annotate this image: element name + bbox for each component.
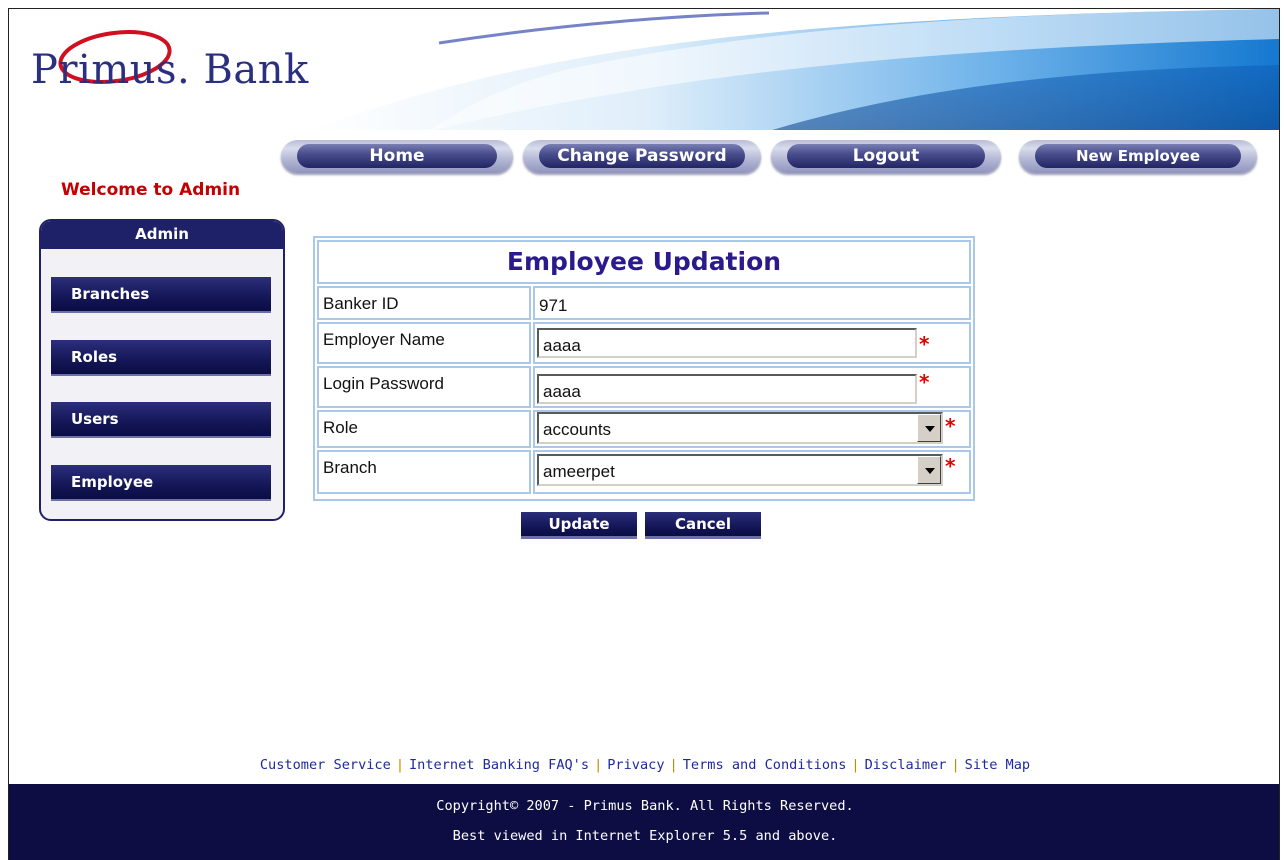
nav-logout-label: Logout bbox=[787, 144, 985, 168]
footer-link-terms[interactable]: Terms and Conditions bbox=[683, 757, 847, 773]
branch-selected-value: ameerpet bbox=[543, 462, 615, 481]
footer-links: Customer Service | Internet Banking FAQ's |… bbox=[9, 757, 1279, 773]
employer-name-required-mark: * bbox=[919, 332, 930, 356]
sidebar-item-users[interactable]: Users bbox=[51, 402, 271, 438]
footer-separator: | bbox=[594, 757, 603, 773]
branch-select[interactable]: ameerpet bbox=[537, 454, 943, 486]
cancel-button[interactable]: Cancel bbox=[645, 512, 761, 539]
role-select[interactable]: accounts bbox=[537, 412, 943, 444]
nav-logout-button[interactable]: Logout bbox=[771, 140, 1001, 173]
role-label: Role bbox=[317, 410, 531, 448]
footer-link-disclaimer[interactable]: Disclaimer bbox=[865, 757, 947, 773]
nav-new-employee-button[interactable]: New Employee bbox=[1019, 140, 1257, 173]
branch-required-mark: * bbox=[945, 454, 956, 478]
copyright-text: Copyright© 2007 - Primus Bank. All Right… bbox=[436, 798, 854, 814]
page-frame: Primus. Bank Home Change Password Logout… bbox=[8, 8, 1280, 860]
sidebar-item-branches[interactable]: Branches bbox=[51, 277, 271, 313]
sidebar-item-roles[interactable]: Roles bbox=[51, 340, 271, 376]
nav-change-password-button[interactable]: Change Password bbox=[523, 140, 761, 173]
nav-change-password-label: Change Password bbox=[539, 144, 745, 168]
login-password-required-mark: * bbox=[919, 370, 930, 394]
footer-link-faq[interactable]: Internet Banking FAQ's bbox=[409, 757, 589, 773]
login-password-label: Login Password bbox=[317, 366, 531, 408]
nav-home-label: Home bbox=[297, 144, 497, 168]
role-cell: accounts * bbox=[533, 410, 971, 448]
branch-label: Branch bbox=[317, 450, 531, 494]
bank-logo[interactable]: Primus. Bank bbox=[31, 47, 309, 93]
footer-link-customer-service[interactable]: Customer Service bbox=[260, 757, 391, 773]
admin-sidebar: Admin Branches Roles Users Employee bbox=[39, 219, 285, 521]
footer-link-privacy[interactable]: Privacy bbox=[607, 757, 664, 773]
employee-updation-form: Employee Updation Banker ID 971 Employer… bbox=[313, 236, 975, 501]
header-banner: Primus. Bank bbox=[9, 9, 1279, 131]
sidebar-title: Admin bbox=[41, 221, 283, 249]
employer-name-label: Employer Name bbox=[317, 322, 531, 364]
welcome-text: Welcome to Admin bbox=[61, 180, 241, 200]
banker-id-value: 971 bbox=[533, 286, 971, 320]
footer-separator: | bbox=[395, 757, 404, 773]
login-password-cell: aaaa * bbox=[533, 366, 971, 408]
browser-note-text: Best viewed in Internet Explorer 5.5 and… bbox=[452, 828, 838, 844]
sidebar-item-employee[interactable]: Employee bbox=[51, 465, 271, 501]
banker-id-label: Banker ID bbox=[317, 286, 531, 320]
nav-new-employee-label: New Employee bbox=[1035, 144, 1241, 168]
role-selected-value: accounts bbox=[543, 420, 612, 439]
branch-cell: ameerpet * bbox=[533, 450, 971, 494]
nav-home-button[interactable]: Home bbox=[281, 140, 513, 173]
login-password-field[interactable]: aaaa bbox=[537, 374, 917, 404]
employer-name-cell: aaaa * bbox=[533, 322, 971, 364]
employer-name-field[interactable]: aaaa bbox=[537, 328, 917, 358]
chevron-down-icon[interactable] bbox=[917, 456, 941, 484]
form-title: Employee Updation bbox=[317, 240, 971, 284]
footer-separator: | bbox=[669, 757, 678, 773]
chevron-down-icon[interactable] bbox=[917, 414, 941, 442]
role-required-mark: * bbox=[945, 414, 956, 438]
footer-separator: | bbox=[951, 757, 960, 773]
update-button[interactable]: Update bbox=[521, 512, 637, 539]
top-nav: Home Change Password Logout New Employee bbox=[271, 140, 1271, 174]
footer-separator: | bbox=[851, 757, 860, 773]
footer-link-site-map[interactable]: Site Map bbox=[965, 757, 1030, 773]
footer-bar: Copyright© 2007 - Primus Bank. All Right… bbox=[9, 784, 1279, 860]
